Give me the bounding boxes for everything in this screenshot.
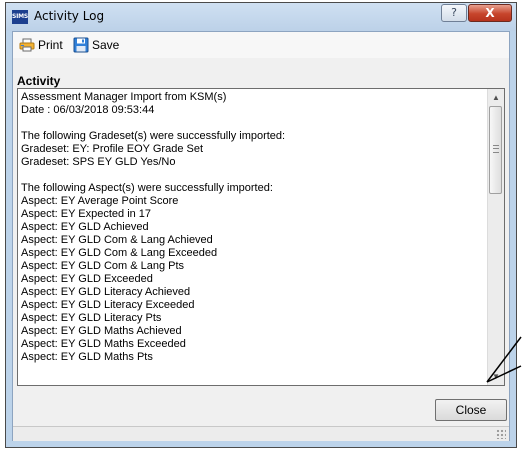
log-line: Aspect: EY GLD Maths Pts [21, 351, 153, 363]
vertical-scrollbar[interactable]: ▲ ▼ [487, 89, 504, 385]
log-line: The following Gradeset(s) were successfu… [21, 130, 286, 142]
log-line: Aspect: EY GLD Maths Achieved [21, 325, 182, 337]
activity-section-label: Activity [17, 74, 61, 88]
log-line: Aspect: EY GLD Com & Lang Exceeded [21, 247, 218, 259]
floppy-disk-icon [73, 37, 89, 53]
log-line: Aspect: EY Average Point Score [21, 195, 179, 207]
log-line: Aspect: EY GLD Exceeded [21, 273, 153, 285]
printer-icon [19, 38, 35, 52]
log-line: The following Aspect(s) were successfull… [21, 182, 273, 194]
print-label: Print [38, 38, 63, 52]
log-line: Aspect: EY GLD Achieved [21, 221, 149, 233]
status-bar [13, 426, 509, 441]
activity-log-text: Assessment Manager Import from KSM(s) Dat… [21, 91, 481, 383]
window-title: Activity Log [34, 9, 105, 23]
log-line: Aspect: EY GLD Com & Lang Pts [21, 260, 185, 272]
scrollbar-grip-icon [493, 145, 499, 153]
help-button[interactable]: ? [441, 4, 467, 22]
toolbar: Print Save [13, 32, 509, 58]
scroll-down-arrow-icon[interactable]: ▼ [488, 368, 504, 385]
log-line: Aspect: EY GLD Maths Exceeded [21, 338, 186, 350]
log-line: Aspect: EY GLD Com & Lang Achieved [21, 234, 213, 246]
log-line: Aspect: EY GLD Literacy Pts [21, 312, 162, 324]
print-button[interactable]: Print [19, 36, 63, 54]
resize-grip-icon[interactable] [496, 429, 506, 439]
log-line: Assessment Manager Import from KSM(s) [21, 91, 227, 103]
save-button[interactable]: Save [73, 36, 119, 54]
activity-log-window: SIMS Activity Log ? X Print Save Activit… [5, 2, 517, 448]
dialog-body: Print Save Activity Assessment Manager I… [12, 31, 510, 441]
title-bar[interactable]: SIMS Activity Log ? X [6, 3, 516, 31]
window-close-button[interactable]: X [468, 4, 512, 22]
sims-app-icon: SIMS [12, 10, 28, 24]
log-line: Gradeset: SPS EY GLD Yes/No [21, 156, 176, 168]
scrollbar-thumb[interactable] [489, 106, 502, 194]
scroll-up-arrow-icon[interactable]: ▲ [488, 89, 504, 106]
log-line: Aspect: EY GLD Literacy Exceeded [21, 299, 195, 311]
save-label: Save [92, 38, 120, 52]
log-line: Aspect: EY GLD Literacy Achieved [21, 286, 191, 298]
log-line: Date : 06/03/2018 09:53:44 [21, 104, 155, 116]
log-line: Gradeset: EY: Profile EOY Grade Set [21, 143, 203, 155]
activity-log-textbox[interactable]: Assessment Manager Import from KSM(s) Dat… [17, 88, 505, 386]
log-line: Aspect: EY Expected in 17 [21, 208, 152, 220]
close-button[interactable]: Close [435, 399, 507, 421]
